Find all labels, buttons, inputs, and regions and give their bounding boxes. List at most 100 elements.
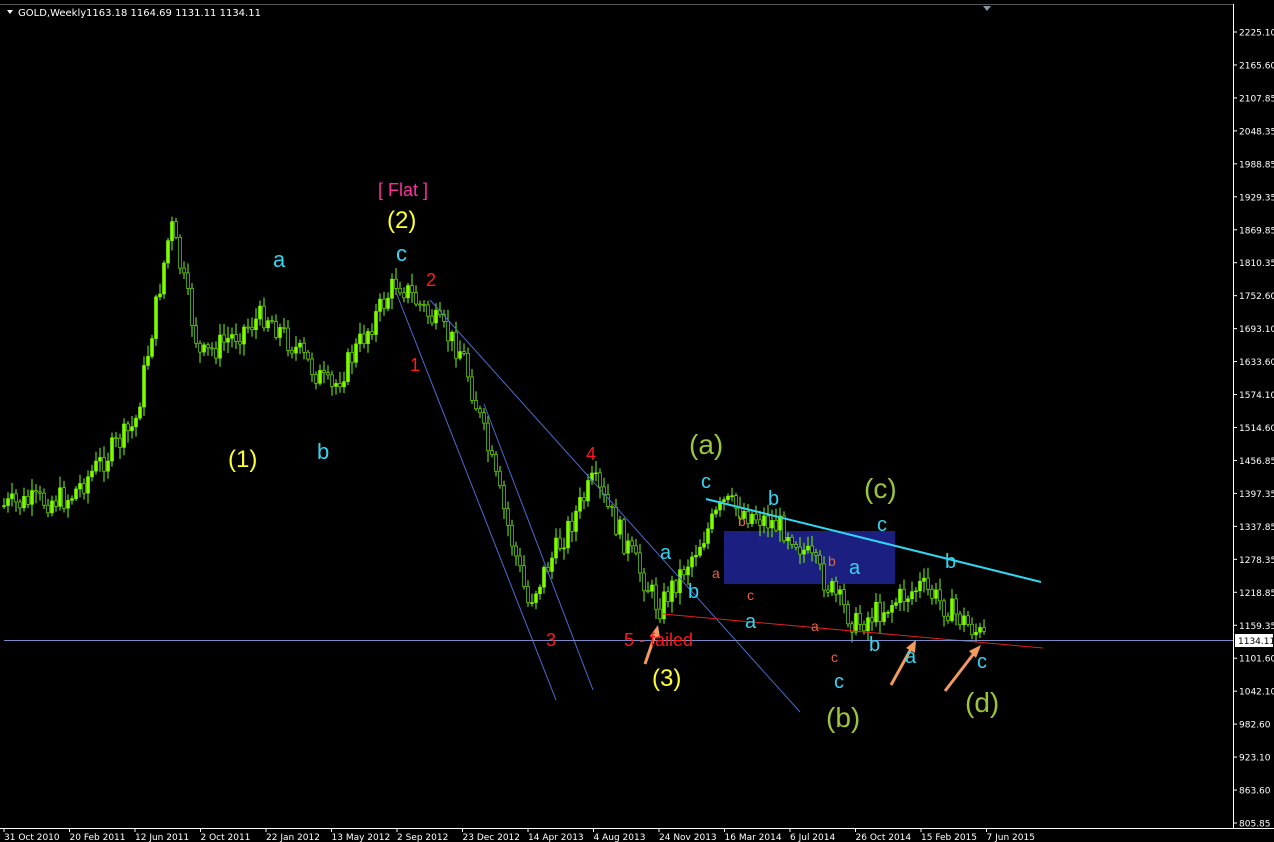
wave-a-label: a <box>273 247 286 272</box>
candle-body <box>14 493 18 503</box>
wave-a-paren-label: (a) <box>689 429 723 460</box>
candle-body <box>382 298 386 309</box>
chart-background <box>0 0 1274 842</box>
candle-body <box>330 374 334 387</box>
candle-body <box>490 450 494 455</box>
y-tick-label: 2225.10 <box>1239 29 1274 39</box>
candle-body <box>282 327 286 329</box>
wave-a-label: a <box>849 557 861 579</box>
price-chart[interactable]: GOLD,Weekly 1163.18 1164.69 1131.11 1134… <box>0 0 1274 842</box>
candle-body <box>682 569 686 576</box>
candle-body <box>286 327 290 351</box>
candle-body <box>666 591 670 602</box>
candle-body <box>238 341 242 345</box>
candle-body <box>842 589 846 605</box>
x-tick-label: 24 Nov 2013 <box>659 833 717 842</box>
wave-b-label: b <box>945 551 956 573</box>
candle-body <box>170 221 174 241</box>
y-tick-label: 923.10 <box>1239 754 1271 764</box>
candle-body <box>802 549 806 555</box>
candle-body <box>126 423 130 432</box>
candle-body <box>18 501 22 509</box>
sub-wave-b-label: b <box>738 513 746 529</box>
candle-body <box>466 352 470 378</box>
candle-body <box>942 600 946 617</box>
wave-a-label: a <box>905 646 917 668</box>
candle-body <box>450 331 454 342</box>
candle-body <box>118 437 122 448</box>
candle-body <box>582 497 586 502</box>
candle-body <box>214 348 218 359</box>
candle-body <box>174 221 178 238</box>
wave-d-paren-label: (d) <box>965 687 999 718</box>
candle-body <box>894 602 898 606</box>
y-tick-label: 1101.60 <box>1239 655 1274 665</box>
y-tick-label: 1988.85 <box>1239 160 1274 170</box>
x-tick-label: 4 Aug 2013 <box>594 833 646 842</box>
y-tick-label: 1337.85 <box>1239 523 1274 533</box>
candle-body <box>930 589 934 599</box>
candle-body <box>178 236 182 269</box>
candle-body <box>270 320 274 322</box>
x-tick-label: 15 Feb 2015 <box>921 833 977 842</box>
candle-body <box>766 515 770 529</box>
candle-body <box>534 593 538 603</box>
candle-body <box>478 408 482 414</box>
candle-body <box>66 500 70 509</box>
candle-body <box>810 545 814 554</box>
candle-body <box>498 470 502 486</box>
candle-body <box>358 333 362 345</box>
candle-body <box>750 513 754 524</box>
candle-body <box>790 537 794 545</box>
candle-body <box>290 350 294 354</box>
x-tick-label: 2 Sep 2012 <box>397 833 448 842</box>
candle-body <box>390 278 394 299</box>
wave-b-label: b <box>768 488 779 510</box>
candle-body <box>302 342 306 353</box>
candle-body <box>242 326 246 345</box>
y-tick-label: 2107.85 <box>1239 94 1274 104</box>
candle-body <box>726 495 730 500</box>
wave-c-label: c <box>977 651 987 673</box>
candle-body <box>906 598 910 602</box>
candle-body <box>306 351 310 360</box>
y-tick-label: 863.60 <box>1239 787 1271 797</box>
x-tick-label: 14 Apr 2013 <box>528 833 584 842</box>
candle-body <box>902 588 906 602</box>
candle-body <box>310 358 314 375</box>
sub-wave-c-label: c <box>747 587 754 603</box>
candle-body <box>910 591 914 600</box>
candle-body <box>194 325 198 344</box>
x-tick-label: 6 Jul 2014 <box>790 833 835 842</box>
candle-body <box>598 472 602 488</box>
candle-body <box>154 296 158 339</box>
candle-body <box>866 617 870 632</box>
candle-body <box>578 497 582 512</box>
candle-body <box>634 545 638 554</box>
candle-body <box>794 544 798 548</box>
wave-c-label: c <box>834 671 844 693</box>
candle-body <box>266 320 270 329</box>
candle-body <box>246 326 250 329</box>
candle-body <box>554 537 558 559</box>
candle-body <box>322 370 326 374</box>
candle-body <box>510 524 514 547</box>
candle-body <box>898 588 902 604</box>
candle-body <box>982 627 986 632</box>
candle-body <box>834 581 838 595</box>
candle-body <box>162 262 166 295</box>
candle-body <box>762 515 766 526</box>
candle-body <box>158 293 162 298</box>
candle-body <box>706 528 710 544</box>
candle-body <box>754 513 758 521</box>
candle-body <box>250 327 254 331</box>
candle-body <box>278 327 282 338</box>
x-tick-label: 12 Jun 2011 <box>135 833 189 842</box>
candle-body <box>378 298 382 312</box>
candle-body <box>218 334 222 359</box>
candle-body <box>58 487 62 507</box>
candle-body <box>410 285 414 293</box>
y-tick-label: 805.85 <box>1239 820 1271 830</box>
candle-body <box>966 615 970 625</box>
candle-body <box>814 552 818 556</box>
